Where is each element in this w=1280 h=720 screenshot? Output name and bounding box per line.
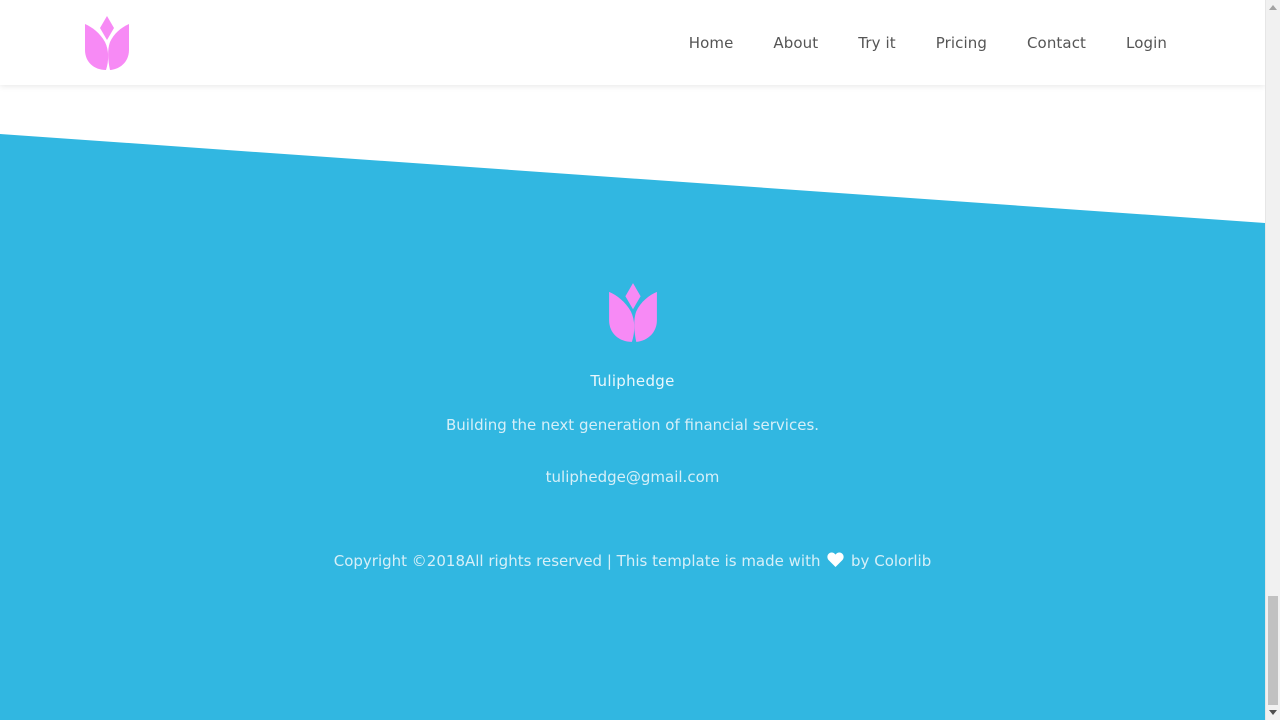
tulip-logo-icon xyxy=(609,283,657,342)
scrollbar-thumb[interactable] xyxy=(1268,596,1278,705)
scroll-up-arrow-icon[interactable] xyxy=(1269,5,1277,10)
site-header: Home About Try it Pricing Contact Login xyxy=(0,0,1265,85)
nav-about[interactable]: About xyxy=(773,34,818,52)
footer-email-link[interactable]: tuliphedge@gmail.com xyxy=(0,468,1265,486)
heart-icon xyxy=(827,552,844,567)
nav-login[interactable]: Login xyxy=(1126,34,1167,52)
nav-contact[interactable]: Contact xyxy=(1027,34,1086,52)
tulip-logo-icon[interactable] xyxy=(84,15,130,71)
copyright-by: by xyxy=(851,552,870,570)
footer-tagline: Building the next generation of financia… xyxy=(445,416,820,434)
page-scrollbar[interactable] xyxy=(1265,0,1280,720)
footer-copyright: Copyright ©2018All rights reserved | Thi… xyxy=(0,552,1265,570)
copyright-text: Copyright ©2018All rights reserved | Thi… xyxy=(333,552,821,570)
colorlib-link[interactable]: Colorlib xyxy=(874,552,931,570)
page-viewport: Home About Try it Pricing Contact Login … xyxy=(0,0,1265,720)
nav-home[interactable]: Home xyxy=(689,34,734,52)
scroll-down-arrow-icon[interactable] xyxy=(1269,710,1277,715)
footer-background xyxy=(0,134,1265,720)
nav-pricing[interactable]: Pricing xyxy=(936,34,987,52)
footer-brand-name: Tuliphedge xyxy=(590,372,675,390)
main-nav: Home About Try it Pricing Contact Login xyxy=(689,0,1167,85)
nav-try-it[interactable]: Try it xyxy=(858,34,895,52)
